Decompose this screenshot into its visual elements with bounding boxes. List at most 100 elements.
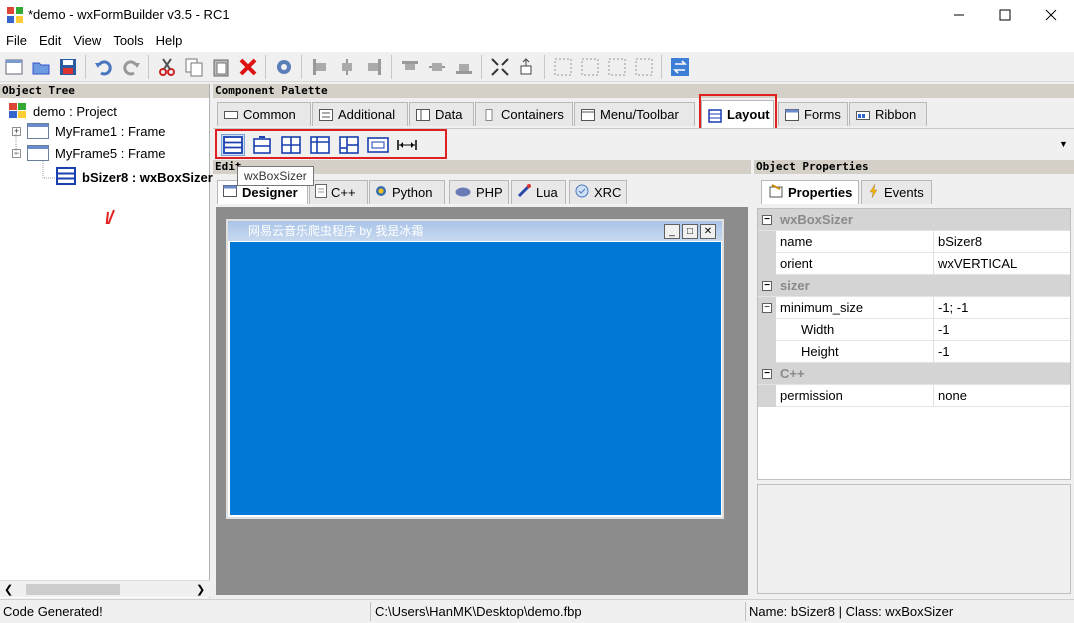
expand-icon[interactable]	[488, 55, 512, 79]
xrc-icon	[575, 184, 589, 201]
toolbar-separator	[544, 54, 545, 79]
properties-header: Object Properties	[754, 160, 1074, 174]
property-category[interactable]: − C++	[758, 363, 1070, 385]
align-left-icon[interactable]	[308, 55, 332, 79]
tab-cpp[interactable]: C++	[309, 180, 368, 204]
maximize-button[interactable]	[982, 0, 1028, 30]
stretch-icon[interactable]	[515, 55, 539, 79]
cut-icon[interactable]	[155, 55, 179, 79]
delete-icon[interactable]	[236, 55, 260, 79]
border-left-icon[interactable]	[551, 55, 575, 79]
menu-edit[interactable]: Edit	[33, 30, 67, 52]
toolbar-separator	[265, 54, 266, 79]
property-row[interactable]: − minimum_size -1; -1	[758, 297, 1070, 319]
property-category[interactable]: − wxBoxSizer	[758, 209, 1070, 231]
status-message: Code Generated!	[3, 604, 103, 619]
toolbar-separator	[301, 54, 302, 79]
tree-horizontal-scrollbar[interactable]: ❮ ❯	[0, 580, 210, 597]
tab-php[interactable]: PHP	[449, 180, 509, 204]
frame-maximize-icon: □	[682, 224, 698, 239]
property-row[interactable]: Width -1	[758, 319, 1070, 341]
grid-icon	[416, 108, 430, 121]
undo-icon[interactable]	[92, 55, 116, 79]
tab-additional[interactable]: Additional	[312, 102, 408, 126]
frame-preview-body[interactable]	[230, 242, 721, 515]
main-toolbar	[0, 52, 1074, 82]
title-bar: *demo - wxFormBuilder v3.5 - RC1	[0, 0, 1074, 30]
status-divider	[370, 602, 371, 621]
close-button[interactable]	[1028, 0, 1074, 30]
align-bottom-icon[interactable]	[452, 55, 476, 79]
property-description	[757, 484, 1071, 594]
menu-help[interactable]: Help	[150, 30, 189, 52]
align-center-icon[interactable]	[335, 55, 359, 79]
new-file-icon[interactable]	[2, 55, 26, 79]
settings-gear-icon[interactable]	[272, 55, 296, 79]
form-icon	[785, 108, 799, 121]
tab-menu-toolbar[interactable]: Menu/Toolbar	[574, 102, 695, 126]
menu-file[interactable]: File	[0, 30, 33, 52]
properties-icon	[769, 184, 783, 201]
designer-icon	[223, 185, 237, 200]
object-tree-panel: Object Tree demo : Project + MyFrame1 : …	[0, 84, 213, 598]
tree-lines	[15, 134, 115, 224]
property-grid: − wxBoxSizer name bSizer8 orient wxVERTICAL…	[757, 208, 1071, 480]
collapse-icon[interactable]: −	[762, 369, 772, 379]
tab-python[interactable]: Python	[369, 180, 445, 204]
border-right-icon[interactable]	[578, 55, 602, 79]
toolbar-separator	[481, 54, 482, 79]
tab-lua[interactable]: Lua	[511, 180, 566, 204]
tab-containers[interactable]: Containers	[475, 102, 573, 126]
redo-icon[interactable]	[119, 55, 143, 79]
app-icon	[6, 6, 24, 24]
frame-close-icon: ✕	[700, 224, 716, 239]
property-row[interactable]: orient wxVERTICAL	[758, 253, 1070, 275]
tab-common[interactable]: Common	[217, 102, 311, 126]
property-row[interactable]: Height -1	[758, 341, 1070, 363]
lightning-icon	[869, 183, 879, 201]
code-file-icon	[315, 184, 327, 201]
tab-forms[interactable]: Forms	[778, 102, 848, 126]
property-row[interactable]: permission none	[758, 385, 1070, 407]
border-bottom-icon[interactable]	[632, 55, 656, 79]
swap-icon[interactable]	[668, 55, 692, 79]
scroll-right-icon[interactable]: ❯	[196, 583, 205, 596]
open-folder-icon[interactable]	[29, 55, 53, 79]
save-icon[interactable]	[56, 55, 80, 79]
status-selection-info: Name: bSizer8 | Class: wxBoxSizer	[749, 604, 954, 619]
dropdown-arrow-icon[interactable]: ▼	[1059, 139, 1068, 149]
python-icon	[375, 185, 387, 200]
minimize-button[interactable]	[936, 0, 982, 30]
copy-icon[interactable]	[182, 55, 206, 79]
collapse-icon[interactable]: −	[762, 215, 772, 225]
collapse-icon[interactable]: −	[762, 281, 772, 291]
tab-events[interactable]: Events	[861, 180, 932, 204]
collapse-icon[interactable]: −	[762, 303, 772, 313]
tab-xrc[interactable]: XRC	[569, 180, 627, 204]
frame-preview-title: 网易云音乐爬虫程序 by 我是冰霜	[228, 221, 722, 241]
align-middle-icon[interactable]	[425, 55, 449, 79]
palette-header: Component Palette	[213, 84, 1074, 98]
lua-icon	[517, 184, 531, 201]
annotation-arrow	[105, 209, 115, 224]
frame-minimize-icon: _	[664, 224, 680, 239]
align-top-icon[interactable]	[398, 55, 422, 79]
status-file-path: C:\Users\HanMK\Desktop\demo.fbp	[375, 604, 582, 619]
status-divider	[745, 602, 746, 621]
tab-ribbon[interactable]: Ribbon	[849, 102, 927, 126]
property-row[interactable]: name bSizer8	[758, 231, 1070, 253]
highlight-layout-components	[215, 129, 447, 159]
paste-icon[interactable]	[209, 55, 233, 79]
menu-view[interactable]: View	[67, 30, 107, 52]
menu-tools[interactable]: Tools	[107, 30, 149, 52]
panel-icon	[482, 108, 496, 121]
tab-properties[interactable]: Properties	[761, 180, 859, 204]
scroll-left-icon[interactable]: ❮	[4, 583, 13, 596]
tab-data[interactable]: Data	[409, 102, 474, 126]
border-top-icon[interactable]	[605, 55, 629, 79]
menu-icon	[581, 108, 595, 121]
property-category[interactable]: − sizer	[758, 275, 1070, 297]
button-icon	[224, 109, 238, 121]
align-right-icon[interactable]	[362, 55, 386, 79]
scroll-thumb[interactable]	[26, 584, 120, 595]
